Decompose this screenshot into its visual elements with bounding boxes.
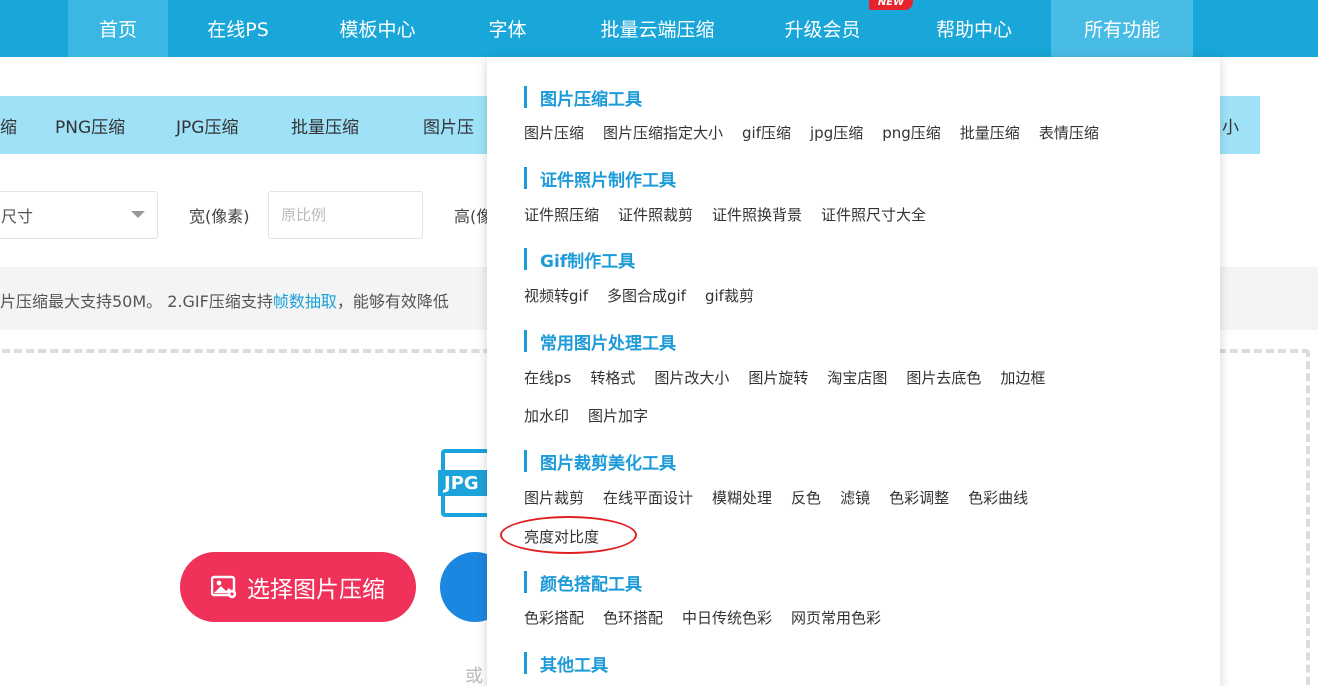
tool-row: 图片压缩 图片压缩指定大小 gif压缩 jpg压缩 png压缩 批量压缩 表情压…	[524, 122, 1099, 143]
tool-link[interactable]: 表情压缩	[1039, 122, 1099, 143]
sub-tab-png[interactable]: PNG压缩	[55, 96, 125, 154]
tool-link[interactable]: gif压缩	[742, 122, 791, 143]
tool-link[interactable]: 色彩调整	[889, 487, 949, 508]
section-title-crop-beautify: 图片裁剪美化工具	[524, 450, 676, 474]
highlight-circle	[500, 516, 637, 554]
sub-tab-image[interactable]: 图片压	[423, 96, 474, 154]
nav-upgrade-vip[interactable]: 升级会员	[770, 0, 875, 57]
select-image-compress-label: 选择图片压缩	[247, 577, 385, 603]
top-nav: 首页 在线PS 模板中心 字体 批量云端压缩 升级会员 帮助中心 所有功能	[0, 0, 1318, 57]
sub-tab-jpg[interactable]: JPG压缩	[176, 96, 238, 154]
tool-link[interactable]: 反色	[791, 487, 821, 508]
tool-link[interactable]: 图片压缩指定大小	[603, 122, 723, 143]
tool-link[interactable]: 图片裁剪	[524, 487, 584, 508]
chevron-down-icon	[131, 211, 145, 218]
frame-extract-link[interactable]: 帧数抽取	[273, 292, 337, 311]
tool-link[interactable]: 在线ps	[524, 367, 571, 388]
select-image-compress-button[interactable]: 选择图片压缩	[180, 552, 416, 622]
tool-link[interactable]: 色彩搭配	[524, 607, 584, 628]
size-select[interactable]: 尺寸	[0, 191, 158, 239]
tool-link[interactable]: 图片压缩	[524, 122, 584, 143]
tool-link[interactable]: 加水印	[524, 405, 569, 426]
section-title-gif: Gif制作工具	[524, 248, 635, 272]
tool-link[interactable]: 证件照尺寸大全	[821, 204, 926, 225]
section-title-id-photo: 证件照片制作工具	[524, 167, 676, 191]
new-badge: NEW	[869, 0, 913, 10]
width-label: 宽(像素)	[189, 207, 250, 226]
tool-row: 加水印 图片加字	[524, 405, 648, 426]
tool-link[interactable]: 视频转gif	[524, 285, 588, 306]
page: 首页 在线PS 模板中心 字体 批量云端压缩 升级会员 帮助中心 所有功能 NE…	[0, 0, 1318, 686]
nav-home[interactable]: 首页	[68, 0, 168, 57]
jpg-file-icon-label: JPG	[438, 470, 494, 496]
tool-link[interactable]: 图片改大小	[654, 367, 729, 388]
nav-all-features[interactable]: 所有功能	[1051, 0, 1193, 57]
notice-suffix: ，能够有效降低	[336, 292, 449, 311]
tool-link[interactable]: gif裁剪	[705, 285, 754, 306]
section-title-other: 其他工具	[524, 652, 608, 676]
tool-link[interactable]: 图片旋转	[748, 367, 808, 388]
notice-prefix: 片压缩最大支持50M。 2.GIF压缩支持	[0, 292, 273, 311]
or-separator: 或	[465, 666, 483, 686]
tool-link[interactable]: 淘宝店图	[827, 367, 887, 388]
image-icon	[211, 575, 237, 599]
section-title-common: 常用图片处理工具	[524, 330, 676, 354]
sub-tab-batch[interactable]: 批量压缩	[291, 96, 359, 154]
tool-link[interactable]: 模糊处理	[712, 487, 772, 508]
tool-row: 证件照压缩 证件照裁剪 证件照换背景 证件照尺寸大全	[524, 204, 926, 225]
section-title-compress: 图片压缩工具	[524, 86, 642, 110]
tool-link[interactable]: 证件照换背景	[712, 204, 802, 225]
tool-link[interactable]: 转格式	[590, 367, 635, 388]
tool-link[interactable]: 中日传统色彩	[682, 607, 772, 628]
nav-online-ps[interactable]: 在线PS	[188, 0, 288, 57]
tool-link[interactable]: jpg压缩	[810, 122, 863, 143]
tool-link[interactable]: 滤镜	[840, 487, 870, 508]
size-select-value: 尺寸	[1, 207, 34, 226]
tool-row: 色彩搭配 色环搭配 中日传统色彩 网页常用色彩	[524, 607, 881, 628]
tool-row: 在线ps 转格式 图片改大小 图片旋转 淘宝店图 图片去底色 加边框	[524, 367, 1045, 388]
tool-row: 图片裁剪 在线平面设计 模糊处理 反色 滤镜 色彩调整 色彩曲线	[524, 487, 1028, 508]
nav-fonts[interactable]: 字体	[470, 0, 545, 57]
tool-link[interactable]: 批量压缩	[960, 122, 1020, 143]
tool-link[interactable]: 色彩曲线	[968, 487, 1028, 508]
sub-tab-compress[interactable]: 缩	[0, 96, 17, 154]
tool-link[interactable]: 加边框	[1000, 367, 1045, 388]
sub-tab-size[interactable]: 小	[1222, 96, 1239, 154]
tool-link[interactable]: 图片加字	[588, 405, 648, 426]
tool-link[interactable]: 网页常用色彩	[791, 607, 881, 628]
tool-row: 视频转gif 多图合成gif gif裁剪	[524, 285, 754, 306]
section-title-color: 颜色搭配工具	[524, 571, 642, 595]
nav-batch-cloud-compress[interactable]: 批量云端压缩	[585, 0, 730, 57]
tool-link[interactable]: 在线平面设计	[603, 487, 693, 508]
tool-link[interactable]: 多图合成gif	[607, 285, 686, 306]
nav-help-center[interactable]: 帮助中心	[915, 0, 1033, 57]
tool-link[interactable]: 证件照压缩	[524, 204, 599, 225]
tool-link[interactable]: 色环搭配	[603, 607, 663, 628]
tool-link[interactable]: 图片去底色	[906, 367, 981, 388]
tool-link[interactable]: 证件照裁剪	[618, 204, 693, 225]
notice-text: 片压缩最大支持50M。 2.GIF压缩支持帧数抽取，能够有效降低	[0, 288, 449, 312]
width-input[interactable]	[268, 191, 423, 239]
tool-link[interactable]: png压缩	[882, 122, 941, 143]
nav-templates[interactable]: 模板中心	[320, 0, 435, 57]
